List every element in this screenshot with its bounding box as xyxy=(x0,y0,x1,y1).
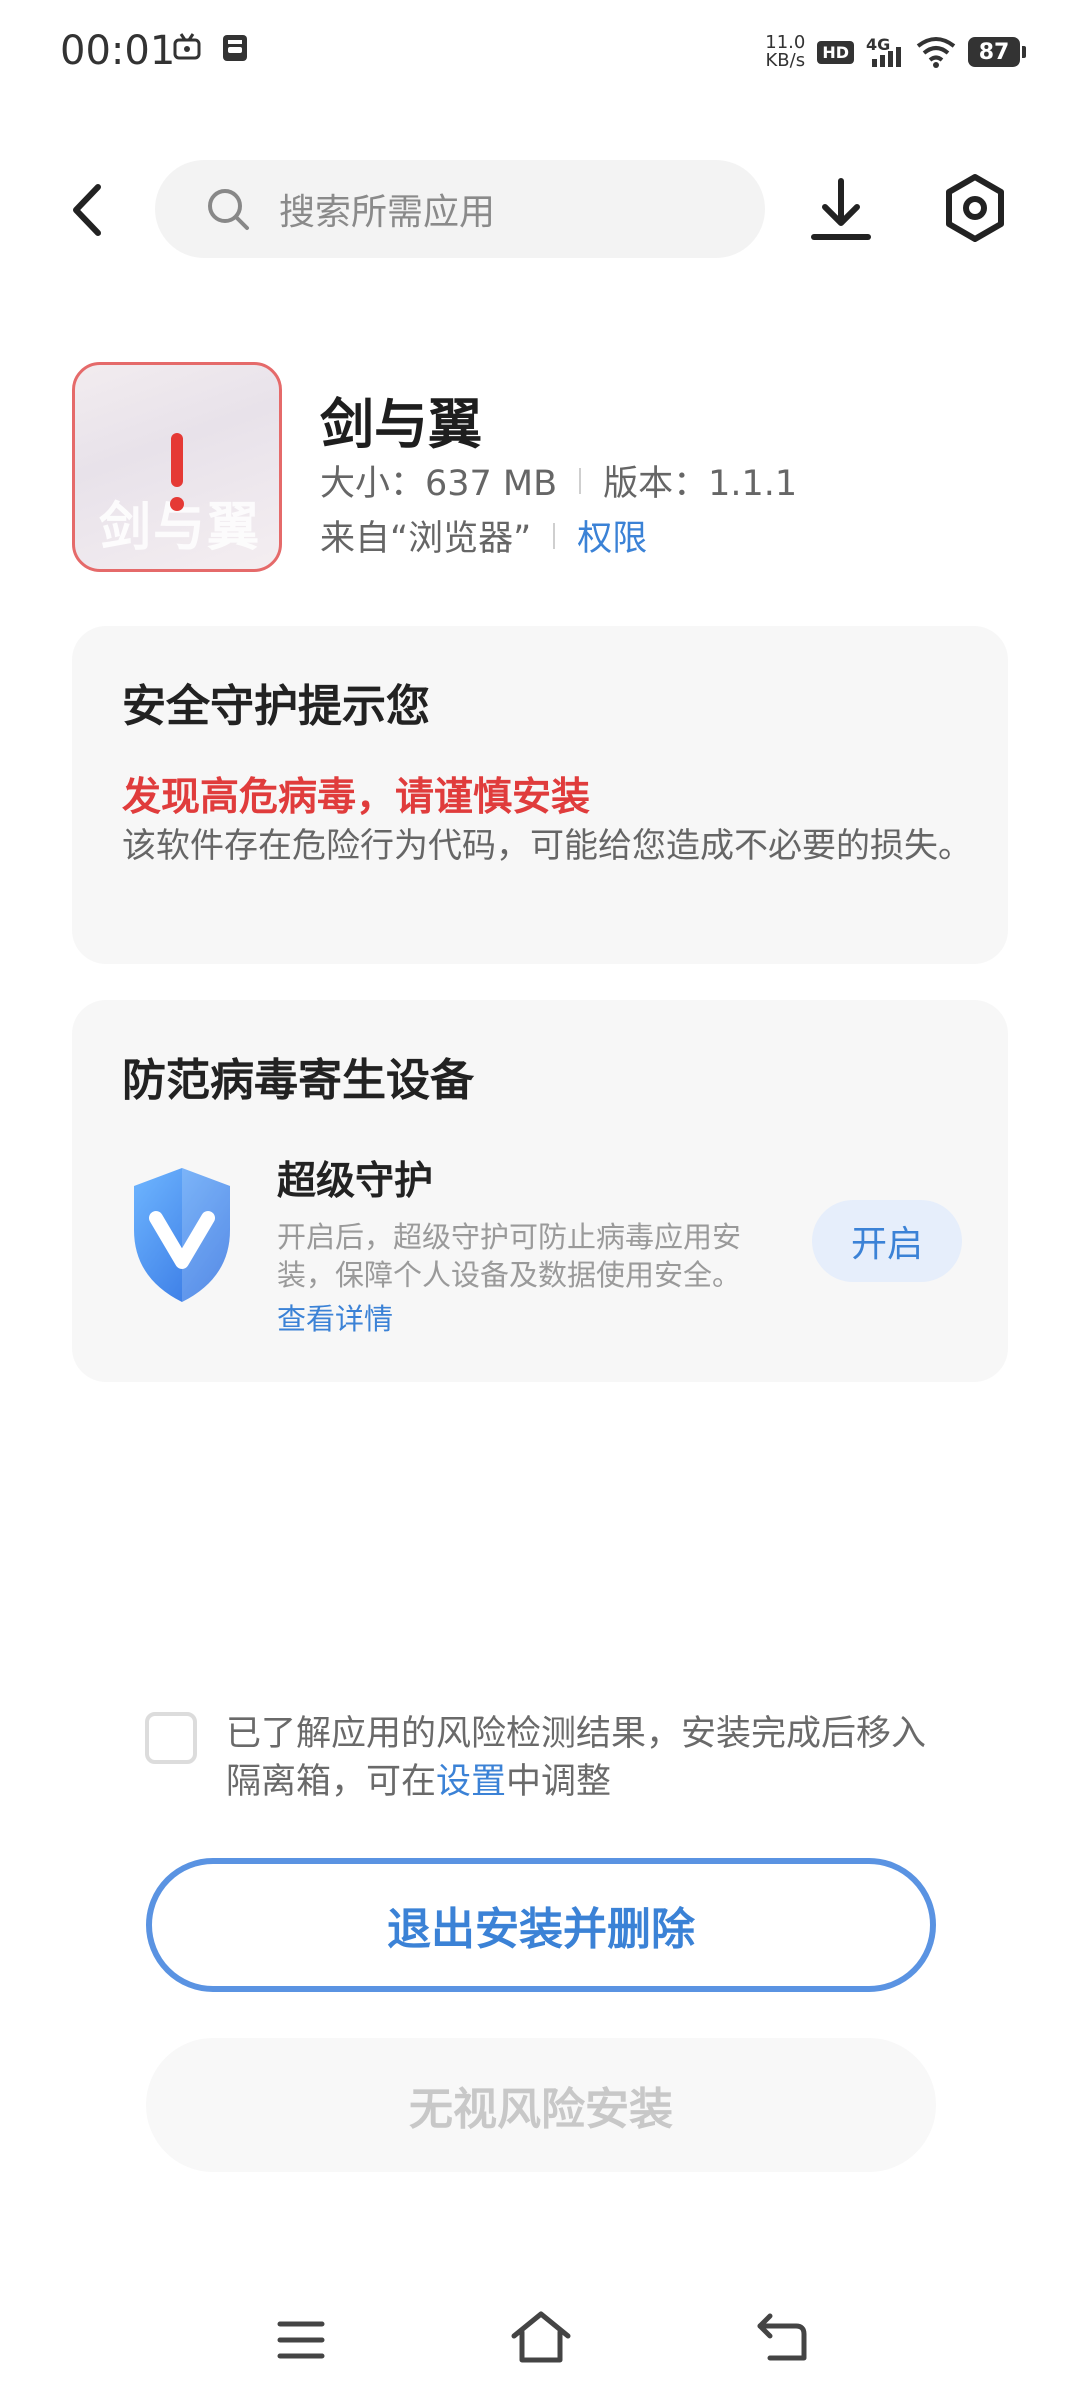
virus-warning-headline: 发现高危病毒，请谨慎安装 xyxy=(122,775,591,820)
back-button[interactable] xyxy=(60,175,120,245)
enable-button[interactable]: 开启 xyxy=(812,1200,962,1282)
tv-icon xyxy=(173,33,201,60)
settings-icon xyxy=(946,174,1004,242)
virus-warning-body: 该软件存在危险行为代码，可能给您造成不必要的损失。 xyxy=(122,826,972,866)
security-warning-card: 安全守护提示您 发现高危病毒，请谨慎安装 该软件存在危险行为代码，可能给您造成不… xyxy=(72,626,1008,964)
status-indicators: 11.0 KB/s HD 4G 87 xyxy=(765,34,1026,70)
back-arrow-icon xyxy=(73,184,101,236)
permission-link[interactable]: 权限 xyxy=(577,510,647,561)
search-icon xyxy=(208,189,249,230)
security-card-title: 安全守护提示您 xyxy=(122,681,430,732)
warning-icon xyxy=(171,433,183,487)
view-details-link[interactable]: 查看详情 xyxy=(277,1296,393,1338)
app-source: 来自“浏览器” xyxy=(320,519,532,559)
wifi-icon xyxy=(916,37,956,68)
settings-link[interactable]: 设置 xyxy=(436,1762,506,1802)
nav-home-button[interactable] xyxy=(510,2310,572,2364)
install-risk-page: 00:01 11.0 KB/s HD 4G 87 搜索所需应用 剑与翼 剑与翼 … xyxy=(0,0,1080,2400)
app-name: 剑与翼 xyxy=(320,393,482,456)
status-time: 00:01 xyxy=(60,28,176,74)
divider xyxy=(553,522,556,549)
return-icon xyxy=(757,2313,807,2361)
consent-text-tail: 中调整 xyxy=(506,1762,612,1802)
app-version: 版本：1.1.1 xyxy=(603,464,798,504)
shield-icon xyxy=(134,1168,230,1302)
protection-card-title: 防范病毒寄生设备 xyxy=(122,1055,474,1106)
download-button[interactable] xyxy=(808,175,874,245)
app-icon-text: 剑与翼 xyxy=(99,497,262,558)
super-guard-title: 超级守护 xyxy=(277,1159,434,1204)
app-source-row: 来自“浏览器” 权限 xyxy=(320,510,647,561)
search-placeholder: 搜索所需应用 xyxy=(279,192,496,233)
app-icon: 剑与翼 xyxy=(72,362,282,572)
super-guard-description: 开启后，超级守护可防止病毒应用安装，保障个人设备及数据使用安全。 xyxy=(277,1220,742,1292)
app-meta: 大小：637 MB 版本：1.1.1 xyxy=(320,455,797,506)
search-input[interactable]: 搜索所需应用 xyxy=(155,160,765,258)
consent-checkbox[interactable] xyxy=(145,1712,197,1764)
menu-icon xyxy=(277,2321,325,2359)
status-bar: 00:01 11.0 KB/s HD 4G 87 xyxy=(0,0,1080,110)
nav-menu-button[interactable] xyxy=(276,2318,326,2362)
nav-back-button[interactable] xyxy=(756,2312,808,2362)
store-icon xyxy=(223,35,247,61)
network-speed-unit: KB/s xyxy=(765,50,806,71)
ignore-risk-install-button[interactable]: 无视风险安装 xyxy=(146,2038,936,2172)
download-icon xyxy=(811,178,871,240)
app-size: 大小：637 MB xyxy=(320,464,558,504)
status-notification-icons xyxy=(172,32,250,64)
battery-icon: 87 xyxy=(968,37,1026,67)
network-speed: 11.0 KB/s xyxy=(765,34,805,70)
home-icon xyxy=(511,2311,571,2363)
settings-button[interactable] xyxy=(942,172,1008,244)
divider xyxy=(579,467,582,494)
exit-and-delete-button[interactable]: 退出安装并删除 xyxy=(146,1858,936,1992)
hd-badge: HD xyxy=(817,40,854,64)
consent-text: 已了解应用的风险检测结果，安装完成后移入隔离箱，可在设置中调整 xyxy=(226,1710,946,1806)
signal-icon: 4G xyxy=(866,35,904,69)
warning-icon-dot xyxy=(170,497,184,511)
protection-card: 防范病毒寄生设备 超级守护 开启后，超级守护可防止病毒应用安装，保障个人设备及数… xyxy=(72,1000,1008,1382)
